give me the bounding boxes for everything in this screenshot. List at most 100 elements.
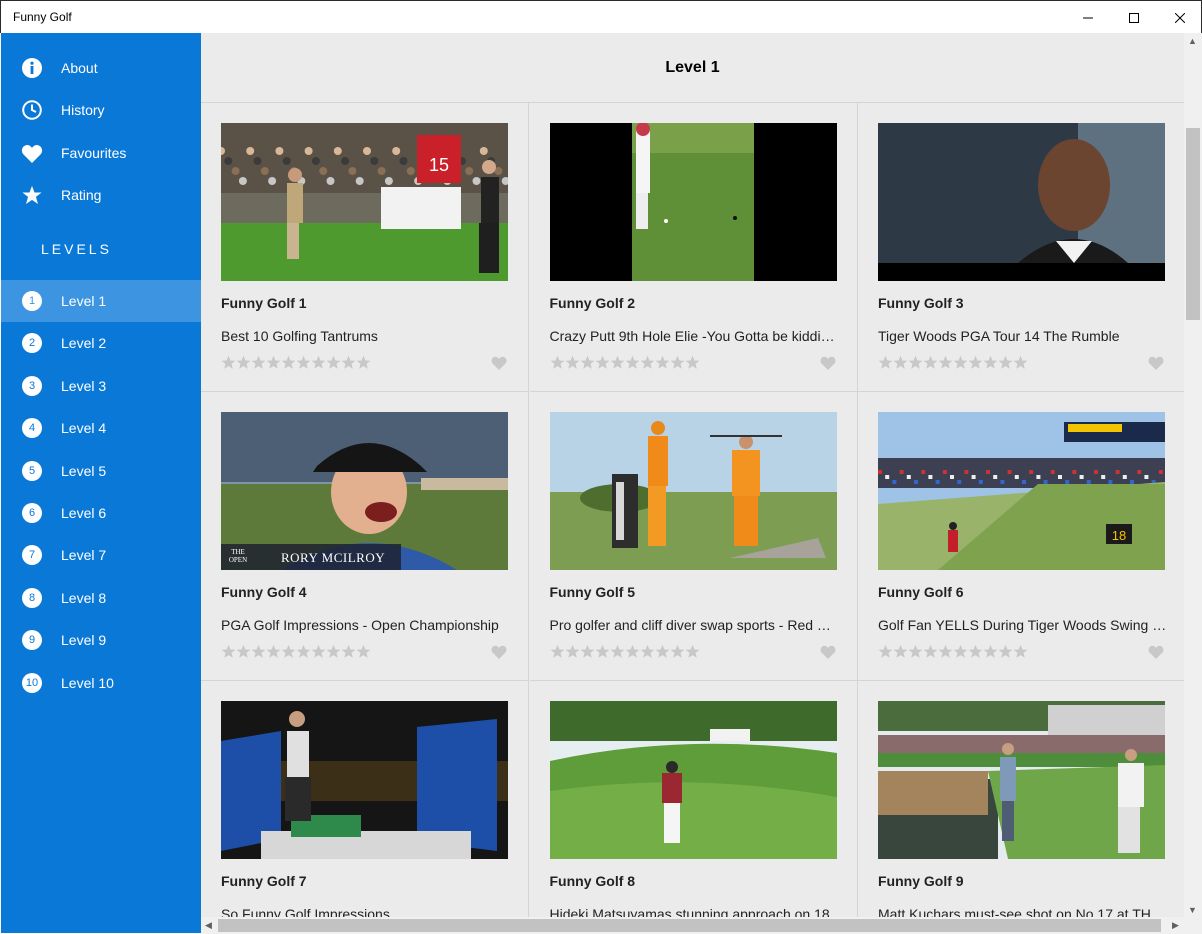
star-icon[interactable] [296, 644, 311, 659]
star-icon[interactable] [685, 644, 700, 659]
star-icon[interactable] [625, 355, 640, 370]
star-icon[interactable] [893, 644, 908, 659]
sidebar-item-level-4[interactable]: 4 Level 4 [1, 407, 201, 449]
video-card[interactable]: Funny Golf 3 Tiger Woods PGA Tour 14 The … [858, 103, 1184, 392]
star-icon[interactable] [655, 644, 670, 659]
video-card[interactable]: Funny Golf 9 Matt Kuchars must-see shot o… [858, 681, 1184, 934]
star-icon[interactable] [266, 355, 281, 370]
star-icon[interactable] [311, 355, 326, 370]
star-icon[interactable] [610, 644, 625, 659]
star-icon[interactable] [356, 644, 371, 659]
star-icon[interactable] [580, 644, 595, 659]
favourite-heart-icon[interactable] [820, 356, 836, 370]
star-icon[interactable] [878, 355, 893, 370]
star-icon[interactable] [938, 355, 953, 370]
star-icon[interactable] [550, 355, 565, 370]
star-icon[interactable] [670, 644, 685, 659]
star-icon[interactable] [565, 355, 580, 370]
video-card[interactable]: Funny Golf 8 Hideki Matsuyamas stunning a… [530, 681, 858, 934]
star-icon[interactable] [236, 355, 251, 370]
sidebar-item-level-5[interactable]: 5 Level 5 [1, 450, 201, 492]
star-icon[interactable] [251, 644, 266, 659]
star-icon[interactable] [670, 355, 685, 370]
star-icon[interactable] [908, 355, 923, 370]
star-icon[interactable] [565, 644, 580, 659]
scroll-right-arrow[interactable]: ▶ [1172, 920, 1179, 931]
star-icon[interactable] [266, 644, 281, 659]
sidebar-item-level-3[interactable]: 3 Level 3 [1, 365, 201, 407]
star-icon[interactable] [998, 355, 1013, 370]
star-icon[interactable] [893, 355, 908, 370]
star-icon[interactable] [326, 644, 341, 659]
star-icon[interactable] [1013, 355, 1028, 370]
horizontal-scroll-thumb[interactable] [218, 919, 1161, 932]
sidebar-item-about[interactable]: About [1, 47, 201, 89]
favourite-heart-icon[interactable] [820, 645, 836, 659]
star-icon[interactable] [923, 644, 938, 659]
video-card[interactable]: THE OPEN RORY MCILROY Funny Golf 4 PGA Golf… [201, 392, 529, 681]
vertical-scroll-thumb[interactable] [1186, 128, 1200, 320]
video-thumbnail[interactable]: 15 [221, 123, 508, 281]
video-card[interactable]: 15 Funny Golf 1 Best 10 Golfing Tantrums [201, 103, 529, 392]
star-icon[interactable] [610, 355, 625, 370]
star-icon[interactable] [236, 644, 251, 659]
video-card[interactable]: Funny Golf 5 Pro golfer and cliff diver s… [529, 392, 858, 681]
star-icon[interactable] [580, 355, 595, 370]
favourite-heart-icon[interactable] [1148, 645, 1164, 659]
star-icon[interactable] [356, 355, 371, 370]
star-icon[interactable] [923, 355, 938, 370]
video-thumbnail[interactable]: THE OPEN RORY MCILROY [221, 412, 508, 570]
favourite-heart-icon[interactable] [491, 645, 507, 659]
favourite-heart-icon[interactable] [1148, 356, 1164, 370]
star-icon[interactable] [341, 355, 356, 370]
star-icon[interactable] [595, 355, 610, 370]
star-icon[interactable] [998, 644, 1013, 659]
sidebar-item-favourites[interactable]: Favourites [1, 132, 201, 174]
video-thumbnail[interactable]: 18 [878, 412, 1165, 570]
sidebar-item-level-10[interactable]: 10 Level 10 [1, 662, 201, 704]
video-thumbnail[interactable] [221, 701, 508, 859]
star-icon[interactable] [296, 355, 311, 370]
star-icon[interactable] [281, 644, 296, 659]
scroll-up-arrow[interactable]: ▲ [1188, 36, 1197, 46]
star-icon[interactable] [311, 644, 326, 659]
star-icon[interactable] [908, 644, 923, 659]
minimize-button[interactable] [1065, 1, 1111, 34]
sidebar-item-level-6[interactable]: 6 Level 6 [1, 492, 201, 534]
scroll-down-arrow[interactable]: ▼ [1188, 905, 1197, 915]
video-thumbnail[interactable] [549, 123, 837, 281]
star-icon[interactable] [550, 644, 565, 659]
star-icon[interactable] [983, 355, 998, 370]
close-button[interactable] [1157, 1, 1202, 34]
star-icon[interactable] [281, 355, 296, 370]
star-icon[interactable] [640, 644, 655, 659]
star-icon[interactable] [251, 355, 266, 370]
star-icon[interactable] [1013, 644, 1028, 659]
star-icon[interactable] [326, 355, 341, 370]
sidebar-item-history[interactable]: History [1, 89, 201, 131]
star-icon[interactable] [968, 644, 983, 659]
video-card[interactable]: 18 Funny Golf 6 Golf Fan YELLS During Tige… [858, 392, 1184, 681]
rating-stars[interactable] [878, 644, 1028, 659]
video-card[interactable]: Funny Golf 7 So Funny Golf Impressions [201, 681, 529, 934]
video-thumbnail[interactable] [878, 123, 1165, 281]
star-icon[interactable] [938, 644, 953, 659]
star-icon[interactable] [640, 355, 655, 370]
star-icon[interactable] [685, 355, 700, 370]
favourite-heart-icon[interactable] [491, 356, 507, 370]
sidebar-item-level-2[interactable]: 2 Level 2 [1, 322, 201, 364]
rating-stars[interactable] [221, 355, 371, 370]
sidebar-item-level-8[interactable]: 8 Level 8 [1, 577, 201, 619]
sidebar-item-level-1[interactable]: 1 Level 1 [1, 280, 201, 322]
sidebar-item-level-9[interactable]: 9 Level 9 [1, 619, 201, 661]
star-icon[interactable] [953, 355, 968, 370]
rating-stars[interactable] [550, 644, 700, 659]
maximize-button[interactable] [1111, 1, 1157, 34]
star-icon[interactable] [878, 644, 893, 659]
video-thumbnail[interactable] [549, 701, 837, 859]
video-thumbnail[interactable] [549, 412, 837, 570]
video-card[interactable]: Funny Golf 2 Crazy Putt 9th Hole Elie -Yo… [529, 103, 858, 392]
sidebar-item-level-7[interactable]: 7 Level 7 [1, 534, 201, 576]
star-icon[interactable] [221, 355, 236, 370]
scroll-left-arrow[interactable]: ◀ [205, 920, 212, 931]
